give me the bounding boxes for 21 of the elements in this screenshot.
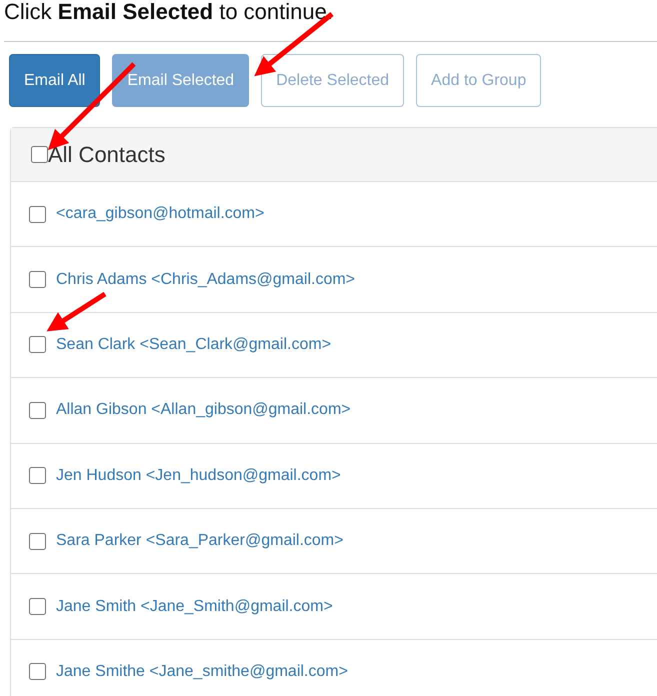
panel-title: All Contacts — [48, 141, 166, 169]
checkbox[interactable] — [29, 402, 46, 419]
contact-link[interactable]: <cara_gibson@hotmail.com> — [56, 202, 264, 226]
instruction-text: Click Email Selected to continue. — [3, 0, 334, 24]
checkbox[interactable] — [29, 336, 46, 354]
contact-link[interactable]: Sean Clark <Sean_Clark@gmail.com> — [56, 332, 332, 357]
action-button[interactable]: Email All — [9, 54, 100, 107]
checkbox[interactable] — [29, 532, 46, 550]
checkbox[interactable] — [29, 467, 46, 484]
contact-link[interactable]: Jen Hudson <Jen_hudson@gmail.com> — [56, 464, 341, 488]
contact-link[interactable]: Sara Parker <Sara_Parker@gmail.com> — [56, 529, 344, 554]
checkbox[interactable] — [29, 271, 46, 288]
contact-link[interactable]: Jane Smith <Jane_Smith@gmail.com> — [56, 594, 333, 619]
checkbox[interactable] — [29, 206, 46, 223]
checkbox[interactable] — [31, 146, 48, 163]
contact-link[interactable]: Jane Smithe <Jane_smithe@gmail.com> — [56, 660, 348, 684]
contact-link[interactable]: Allan Gibson <Allan_gibson@gmail.com> — [56, 398, 351, 422]
annotation-arrow — [46, 292, 106, 332]
checkbox[interactable] — [29, 598, 46, 616]
checkbox[interactable] — [29, 663, 46, 680]
contact-link[interactable]: Chris Adams <Chris_Adams@gmail.com> — [56, 268, 356, 292]
